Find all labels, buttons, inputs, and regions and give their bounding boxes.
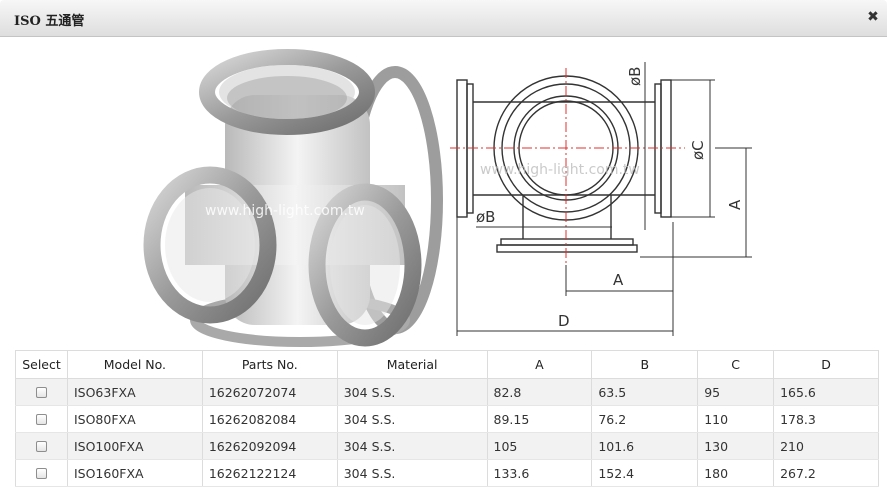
header-material: Material xyxy=(336,350,488,379)
a-cell: 105 xyxy=(486,432,593,460)
model-no-cell: ISO160FXA xyxy=(66,459,203,487)
label-d: D xyxy=(558,312,570,330)
material-cell: 304 S.S. xyxy=(336,378,488,406)
d-cell: 267.2 xyxy=(773,459,879,487)
d-cell: 165.6 xyxy=(773,378,879,406)
parts-no-cell: 16262092094 xyxy=(201,432,338,460)
parts-no-cell: 16262072074 xyxy=(201,378,338,406)
close-icon[interactable]: ✖ xyxy=(865,9,881,25)
table-row[interactable]: ISO63FXA 16262072074 304 S.S. 82.8 63.5 … xyxy=(15,378,879,406)
model-no-cell: ISO63FXA xyxy=(66,378,203,406)
c-cell: 110 xyxy=(697,405,775,433)
watermark-right: www.high-light.com.tw xyxy=(480,162,640,178)
material-cell: 304 S.S. xyxy=(336,459,488,487)
row-select-checkbox[interactable] xyxy=(35,386,47,398)
material-cell: 304 S.S. xyxy=(336,432,488,460)
header-b: B xyxy=(591,350,699,379)
row-select-checkbox[interactable] xyxy=(35,467,47,479)
table-header-row: Select Model No. Parts No. Material A B … xyxy=(15,350,879,379)
spec-table: Select Model No. Parts No. Material A B … xyxy=(15,350,879,487)
parts-no-cell: 16262082084 xyxy=(201,405,338,433)
dimension-drawing xyxy=(450,62,752,336)
table-row[interactable]: ISO80FXA 16262082084 304 S.S. 89.15 76.2… xyxy=(15,405,879,433)
table-row[interactable]: ISO100FXA 16262092094 304 S.S. 105 101.6… xyxy=(15,432,879,460)
d-cell: 210 xyxy=(773,432,879,460)
header-select: Select xyxy=(15,350,68,379)
row-select-checkbox[interactable] xyxy=(35,440,47,452)
dialog-title: ISO 五通管 xyxy=(14,14,85,29)
b-cell: 76.2 xyxy=(591,405,699,433)
header-a: A xyxy=(486,350,593,379)
label-dia-b-top: øB xyxy=(626,67,644,86)
header-parts-no: Parts No. xyxy=(201,350,338,379)
label-dia-b-left: øB xyxy=(476,208,495,226)
c-cell: 180 xyxy=(697,459,775,487)
c-cell: 95 xyxy=(697,378,775,406)
label-dia-c: øC xyxy=(689,140,707,160)
a-cell: 82.8 xyxy=(486,378,593,406)
c-cell: 130 xyxy=(697,432,775,460)
b-cell: 101.6 xyxy=(591,432,699,460)
product-illustration: www.high-light.com.tw www.high-light.com… xyxy=(143,49,752,347)
header-model-no: Model No. xyxy=(66,350,203,379)
model-no-cell: ISO80FXA xyxy=(66,405,203,433)
fitting-render xyxy=(143,49,443,347)
dialog-titlebar: ISO 五通管 ✖ xyxy=(0,0,887,37)
a-cell: 89.15 xyxy=(486,405,593,433)
parts-no-cell: 16262122124 xyxy=(201,459,338,487)
watermark-left: www.high-light.com.tw xyxy=(205,203,365,219)
d-cell: 178.3 xyxy=(773,405,879,433)
b-cell: 63.5 xyxy=(591,378,699,406)
material-cell: 304 S.S. xyxy=(336,405,488,433)
model-no-cell: ISO100FXA xyxy=(66,432,203,460)
row-select-checkbox[interactable] xyxy=(35,413,47,425)
table-row[interactable]: ISO160FXA 16262122124 304 S.S. 133.6 152… xyxy=(15,459,879,487)
label-a-horizontal: A xyxy=(613,271,624,289)
label-a-vertical: A xyxy=(726,199,744,210)
header-d: D xyxy=(773,350,879,379)
product-figure: www.high-light.com.tw www.high-light.com… xyxy=(0,37,887,349)
header-c: C xyxy=(697,350,775,379)
b-cell: 152.4 xyxy=(591,459,699,487)
a-cell: 133.6 xyxy=(486,459,593,487)
